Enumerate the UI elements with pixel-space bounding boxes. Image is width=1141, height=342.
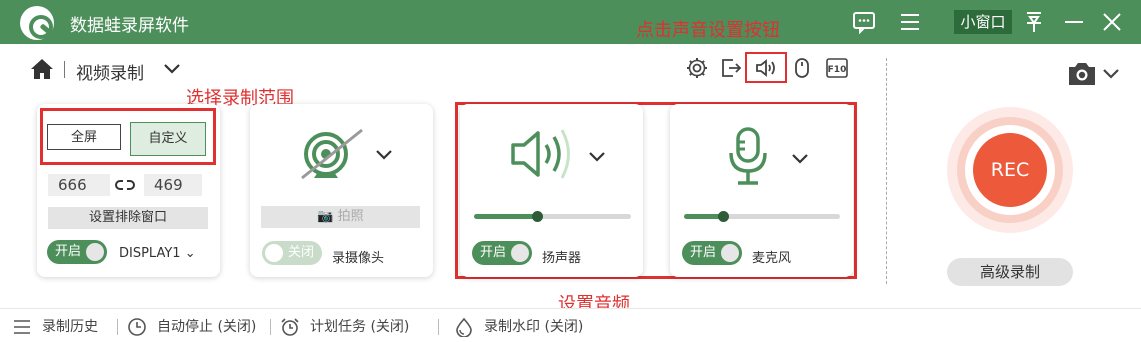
microphone-icon [729, 127, 767, 185]
speaker-toggle[interactable]: 开启 [472, 241, 532, 265]
separator [270, 319, 271, 335]
separator [117, 319, 118, 335]
webcam-toggle-label: 关闭 [288, 245, 315, 260]
webcam-panel: 📷 拍照 关闭 录摄像头 [250, 104, 433, 277]
toggle-knob [86, 243, 104, 261]
schedule-task-label: 计划任务 (关闭) [310, 319, 410, 335]
recording-history-button[interactable]: 录制历史 [12, 317, 112, 337]
auto-stop-button[interactable]: 自动停止 (关闭) [127, 317, 267, 337]
vertical-divider [886, 58, 887, 284]
menu-icon[interactable] [898, 10, 922, 34]
speaker-icon [511, 129, 570, 179]
separator [438, 319, 439, 335]
schedule-task-button[interactable]: 计划任务 (关闭) [280, 317, 430, 337]
height-input[interactable]: 469 [144, 174, 202, 196]
speaker-label: 扬声器 [542, 251, 582, 266]
watermark-button[interactable]: 录制水印 (关闭) [454, 317, 604, 337]
region-toggle-label: 开启 [55, 244, 82, 259]
take-photo-button[interactable]: 📷 拍照 [261, 206, 420, 228]
exclude-window-button[interactable]: 设置排除窗口 [48, 207, 208, 229]
clock-icon [128, 318, 146, 336]
mini-window-button[interactable]: 小窗口 [954, 10, 1012, 34]
microphone-toggle[interactable]: 开启 [682, 241, 742, 265]
webcam-icon [301, 128, 363, 180]
webcam-toggle[interactable]: 关闭 [262, 241, 322, 265]
take-photo-label: 拍照 [337, 209, 364, 224]
speaker-toggle-label: 开启 [480, 245, 507, 260]
microphone-label: 麦克风 [752, 251, 792, 266]
microphone-volume-thumb[interactable] [718, 211, 729, 222]
region-panel: 全屏 自定义 666 469 设置排除窗口 开启 DISPLAY1 ⌄ [37, 104, 220, 277]
list-icon [14, 320, 30, 334]
bottom-bar: 录制历史 自动停止 (关闭) 计划任务 (关闭) 录制水印 (关闭) [0, 308, 1141, 342]
camera-icon: 📷 [317, 209, 334, 224]
hotkey-f10-icon[interactable]: F10 [825, 56, 849, 80]
app-title: 数据蛙录屏软件 [70, 16, 189, 36]
chevron-down-icon[interactable] [162, 61, 182, 77]
breadcrumb-separator [64, 61, 65, 78]
title-bar: 数据蛙录屏软件 小窗口 [0, 0, 1141, 44]
speaker-settings-highlight [745, 52, 787, 83]
alarm-clock-icon [281, 318, 299, 336]
pin-icon[interactable] [1022, 10, 1046, 34]
close-icon[interactable] [1100, 10, 1124, 34]
speaker-volume-thumb[interactable] [531, 211, 543, 222]
toggle-knob [265, 244, 283, 262]
app-logo-icon [20, 6, 54, 40]
chevron-down-icon: ⌄ [184, 246, 196, 261]
minimize-icon[interactable] [1062, 10, 1086, 34]
display-label: DISPLAY1 [119, 246, 181, 261]
mouse-icon[interactable] [790, 56, 814, 80]
region-toggle[interactable]: 开启 [47, 240, 107, 264]
toggle-knob [721, 244, 739, 262]
speaker-volume-fill [474, 214, 537, 219]
feedback-icon[interactable] [852, 10, 876, 34]
custom-option[interactable]: 自定义 [130, 122, 206, 156]
speaker-volume-slider[interactable] [474, 211, 631, 222]
export-icon[interactable] [719, 56, 743, 80]
chevron-down-icon[interactable] [587, 150, 607, 164]
home-icon[interactable] [30, 58, 54, 80]
microphone-panel: 开启 麦克风 [670, 104, 853, 277]
recording-mode-label[interactable]: 视频录制 [76, 59, 144, 84]
fullscreen-option[interactable]: 全屏 [47, 124, 121, 150]
display-select[interactable]: DISPLAY1 ⌄ [119, 246, 196, 261]
watermark-label: 录制水印 (关闭) [484, 319, 584, 335]
sound-settings-annotation: 点击声音设置按钮 [636, 20, 780, 41]
rec-button[interactable]: REC [973, 133, 1047, 207]
microphone-volume-slider[interactable] [684, 211, 840, 222]
advanced-record-button[interactable]: 高级录制 [947, 258, 1073, 286]
chevron-down-icon[interactable] [374, 148, 394, 162]
link-ratio-icon[interactable] [115, 177, 135, 193]
width-input[interactable]: 666 [48, 174, 110, 196]
screenshot-camera-icon[interactable] [1066, 60, 1126, 88]
chevron-down-icon[interactable] [790, 152, 810, 166]
microphone-toggle-label: 开启 [690, 245, 717, 260]
water-drop-icon [456, 317, 472, 337]
auto-stop-label: 自动停止 (关闭) [157, 319, 257, 335]
recording-history-label: 录制历史 [42, 319, 98, 335]
toggle-knob [511, 244, 529, 262]
webcam-label: 录摄像头 [332, 251, 385, 266]
settings-gear-icon[interactable] [685, 56, 709, 80]
svg-text:F10: F10 [828, 65, 847, 75]
speaker-panel: 开启 扬声器 [460, 104, 643, 277]
